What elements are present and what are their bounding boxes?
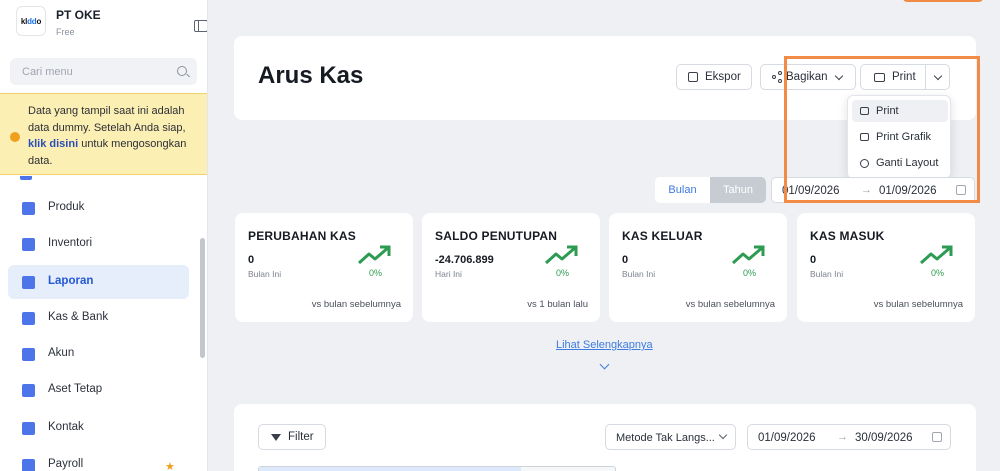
stat-period: Hari Ini bbox=[435, 269, 462, 279]
stat-compare: vs 1 bulan lalu bbox=[527, 299, 588, 310]
filter-button[interactable]: Filter bbox=[258, 424, 326, 450]
sidebar: klddo PT OKE Free Data yang tampil saat … bbox=[0, 0, 208, 471]
stat-percent: 0% bbox=[931, 268, 945, 278]
sidebar-item-aset-tetap[interactable]: Aset Tetap bbox=[8, 373, 189, 407]
trend-up-icon bbox=[731, 245, 765, 265]
report-date-range[interactable]: 01/09/2026 → 30/09/2026 bbox=[747, 424, 951, 450]
warehouse-icon bbox=[22, 238, 35, 251]
report-table-header bbox=[258, 466, 616, 471]
payroll-icon bbox=[22, 459, 35, 471]
sidebar-item-payroll[interactable]: Payroll bbox=[8, 448, 189, 471]
building-icon bbox=[22, 384, 35, 397]
sidebar-collapse-icon[interactable] bbox=[194, 20, 207, 32]
warning-icon bbox=[10, 132, 20, 142]
stat-period: Bulan Ini bbox=[248, 269, 282, 279]
date-end[interactable]: 30/09/2026 bbox=[855, 432, 913, 444]
page-title: Arus Kas bbox=[258, 62, 364, 89]
clear-data-link[interactable]: klik disini bbox=[28, 138, 78, 150]
book-icon bbox=[22, 348, 35, 361]
partial-nav-icon bbox=[20, 176, 32, 180]
see-more-link[interactable]: Lihat Selengkapnya bbox=[556, 339, 653, 351]
highlight-box bbox=[784, 56, 980, 203]
stat-value: 0 bbox=[810, 254, 817, 266]
trend-up-icon bbox=[357, 245, 391, 265]
stat-period: Bulan Ini bbox=[622, 269, 656, 279]
box-icon bbox=[22, 202, 35, 215]
top-action-button[interactable] bbox=[903, 0, 983, 2]
stat-period: Bulan Ini bbox=[810, 269, 844, 279]
toggle-tahun[interactable]: Tahun bbox=[710, 177, 766, 203]
chart-icon bbox=[22, 276, 35, 289]
stat-value: 0 bbox=[248, 254, 255, 266]
contact-card-icon bbox=[22, 422, 35, 435]
menu-search-input[interactable] bbox=[10, 58, 160, 85]
trend-up-icon bbox=[544, 245, 578, 265]
stat-percent: 0% bbox=[556, 268, 570, 278]
chevron-down-icon[interactable] bbox=[599, 359, 610, 370]
date-start[interactable]: 01/09/2026 bbox=[758, 432, 816, 444]
stat-percent: 0% bbox=[743, 268, 757, 278]
filter-icon bbox=[271, 433, 281, 441]
notice-text: Data yang tampil saat ini adalah data du… bbox=[28, 105, 187, 167]
stat-value: 0 bbox=[622, 254, 629, 266]
sidebar-item-inventori[interactable]: Inventori bbox=[8, 227, 189, 261]
stat-compare: vs bulan sebelumnya bbox=[873, 299, 963, 310]
sidebar-item-kas-bank[interactable]: Kas & Bank bbox=[8, 301, 189, 335]
stat-value: -24.706.899 bbox=[435, 254, 494, 266]
trend-up-icon bbox=[919, 245, 953, 265]
toggle-bulan[interactable]: Bulan bbox=[655, 177, 710, 203]
sidebar-item-laporan[interactable]: Laporan bbox=[8, 265, 189, 299]
plan-label: Free bbox=[56, 27, 75, 37]
calendar-icon[interactable] bbox=[932, 432, 942, 442]
sidebar-item-akun[interactable]: Akun bbox=[8, 337, 189, 371]
export-icon bbox=[688, 72, 698, 82]
dummy-data-notice: Data yang tampil saat ini adalah data du… bbox=[0, 93, 207, 175]
stat-compare: vs bulan sebelumnya bbox=[311, 299, 401, 310]
share-icon bbox=[772, 71, 782, 83]
arrow-right-icon: → bbox=[837, 431, 848, 443]
star-icon: ★ bbox=[165, 461, 175, 471]
stat-percent: 0% bbox=[369, 268, 383, 278]
stat-card-saldo-penutupan[interactable]: SALDO PENUTUPAN -24.706.899 Hari Ini 0% … bbox=[422, 213, 600, 322]
stat-card-kas-keluar[interactable]: KAS KELUAR 0 Bulan Ini 0% vs bulan sebel… bbox=[609, 213, 787, 322]
stat-card-kas-masuk[interactable]: KAS MASUK 0 Bulan Ini 0% vs bulan sebelu… bbox=[797, 213, 975, 322]
method-select[interactable]: Metode Tak Langs... bbox=[605, 424, 736, 450]
sidebar-scrollbar[interactable] bbox=[200, 238, 205, 358]
export-button[interactable]: Ekspor bbox=[676, 64, 752, 90]
stat-compare: vs bulan sebelumnya bbox=[685, 299, 775, 310]
wallet-icon bbox=[22, 312, 35, 325]
search-icon[interactable] bbox=[177, 66, 187, 76]
period-toggle: Bulan Tahun bbox=[655, 177, 766, 203]
chevron-down-icon bbox=[718, 430, 728, 440]
stat-card-perubahan-kas[interactable]: PERUBAHAN KAS 0 Bulan Ini 0% vs bulan se… bbox=[235, 213, 413, 322]
sidebar-item-kontak[interactable]: Kontak bbox=[8, 411, 189, 445]
menu-search[interactable] bbox=[10, 58, 197, 85]
sidebar-item-produk[interactable]: Produk bbox=[8, 191, 189, 225]
company-logo: kl dd o bbox=[16, 6, 46, 36]
brand[interactable]: kl dd o PT OKE Free bbox=[16, 6, 207, 42]
company-name: PT OKE bbox=[56, 8, 101, 22]
